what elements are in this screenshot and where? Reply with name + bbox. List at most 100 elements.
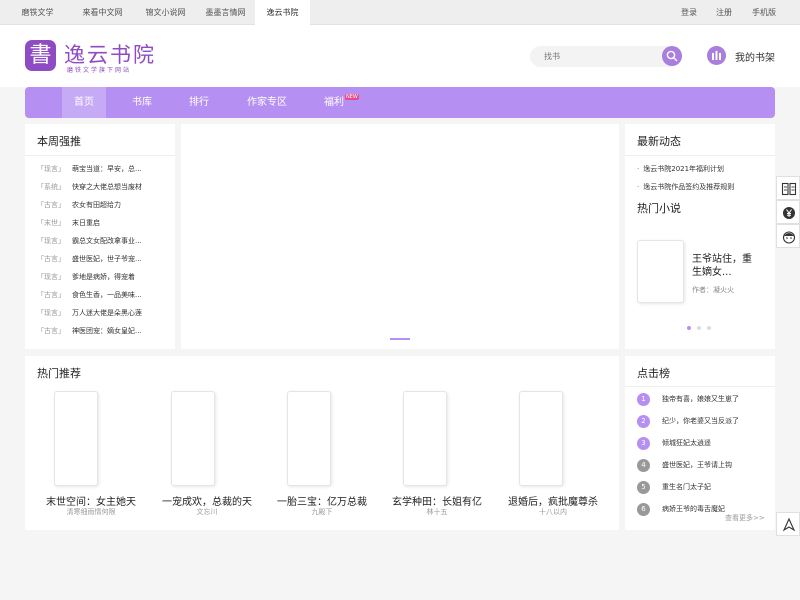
hot-book-title[interactable]: 王爷站住，重生嫡女... (692, 253, 752, 279)
book-title[interactable]: 快穿之大佬总想当废材 (72, 183, 142, 191)
weekly-item[interactable]: 「古言」 盛世医妃，世子爷宠... (37, 253, 157, 265)
book-title[interactable]: 病娇王爷的毒舌魔妃 (662, 503, 725, 516)
genre-tag: 「现言」 (37, 273, 65, 281)
book-title[interactable]: 农女有田超给力 (72, 201, 121, 209)
book-cover[interactable] (403, 391, 447, 486)
new-badge: NEW (345, 94, 359, 100)
site-link-laikan[interactable]: 来看中文网 (70, 0, 135, 25)
search-box (530, 46, 680, 67)
see-more-link[interactable]: 查看更多>> (725, 513, 765, 523)
weekly-item[interactable]: 「古言」 神医团宠：嫡女皇妃... (37, 325, 157, 337)
book-author: 十八以内 (539, 508, 567, 516)
rank-number: 3 (637, 437, 650, 450)
book-title[interactable]: 倾城狂妃太逍遥 (662, 437, 711, 450)
mobile-link[interactable]: 手机版 (752, 0, 776, 25)
weekly-item[interactable]: 「现言」 霸总文女配改拿事业... (37, 235, 157, 247)
weekly-item[interactable]: 「现言」 万人迷大佬是朵黑心莲 (37, 307, 157, 319)
side-tool-service[interactable] (776, 224, 800, 248)
book-title[interactable]: 一胎三宝：亿万总裁 (267, 493, 377, 508)
rank-number: 4 (637, 459, 650, 472)
site-link-yiyun[interactable]: 逸云书院 (255, 0, 310, 25)
site-link-jinwen[interactable]: 锦文小说网 (133, 0, 198, 25)
site-link-motie[interactable]: 磨铁文学 (0, 0, 75, 25)
book-cover[interactable] (287, 391, 331, 486)
book-title[interactable]: 玄学种田：长姐有亿 (382, 493, 492, 508)
login-link[interactable]: 登录 (681, 0, 697, 25)
recommend-title: 热门推荐 (37, 367, 81, 380)
book-open-icon (781, 182, 797, 196)
weekly-item[interactable]: 「系统」 快穿之大佬总想当废材 (37, 181, 157, 193)
logo-subtitle: 磨铁文学旗下网站 (67, 67, 132, 74)
book-cover[interactable] (171, 391, 215, 486)
ranking-title: 点击榜 (637, 367, 670, 380)
book-title[interactable]: 霸总文女配改拿事业... (72, 237, 142, 245)
book-title[interactable]: 神医团宠：嫡女皇妃... (72, 327, 142, 335)
book-title[interactable]: 末世空间：女主她天 (36, 493, 146, 508)
genre-tag: 「现言」 (37, 237, 65, 245)
book-title[interactable]: 万人迷大佬是朵黑心莲 (72, 309, 142, 317)
main-nav: 首页 书库 排行 作家专区 福利 NEW (25, 87, 775, 118)
book-title[interactable]: 盛世医妃，王爷请上钩 (662, 459, 732, 472)
rank-number: 5 (637, 481, 650, 494)
genre-tag: 「现言」 (37, 309, 65, 317)
book-cover[interactable] (637, 240, 684, 303)
search-input[interactable] (544, 49, 654, 64)
book-title[interactable]: 萌宝当道：早安，总... (72, 165, 142, 173)
book-cover[interactable] (519, 391, 563, 486)
book-title[interactable]: 盛世医妃，世子爷宠... (72, 255, 142, 263)
rank-number: 1 (637, 393, 650, 406)
weekly-item[interactable]: 「末世」 末日重启 (37, 217, 157, 229)
book-title[interactable]: 末日重启 (72, 219, 100, 227)
yen-coin-icon (783, 207, 795, 219)
banner-carousel[interactable] (181, 124, 619, 349)
weekly-item[interactable]: 「现言」 爹地是病娇，得宠着 (37, 271, 157, 283)
site-link-momo[interactable]: 墨墨言情网 (193, 0, 258, 25)
news-link[interactable]: 逸云书院作品签约及推荐规则 (643, 183, 734, 191)
side-tool-recharge[interactable] (776, 200, 800, 224)
rank-number: 2 (637, 415, 650, 428)
carousel-dot[interactable] (687, 326, 691, 330)
logo-icon[interactable]: 書 (25, 40, 56, 71)
hot-novel-title: 热门小说 (637, 202, 681, 215)
news-item[interactable]: · 逸云书院作品签约及推荐规则 (637, 182, 734, 192)
book-title[interactable]: 独帝有喜，娘娘又生崽了 (662, 393, 739, 406)
bookshelf-link[interactable]: 我的书架 (735, 49, 775, 64)
hot-book-author: 作者：凝火火 (692, 286, 734, 294)
book-title[interactable]: 一宠成欢，总裁的天 (152, 493, 262, 508)
divider (25, 155, 175, 156)
book-author: 清寒细雨情何限 (66, 508, 116, 516)
weekly-item[interactable]: 「古言」 食色生香，一品美味... (37, 289, 157, 301)
weekly-item[interactable]: 「现言」 萌宝当道：早安，总... (37, 163, 157, 175)
book-cover[interactable] (54, 391, 98, 486)
register-link[interactable]: 注册 (716, 0, 732, 25)
nav-ranking[interactable]: 排行 (177, 87, 221, 118)
news-title: 最新动态 (637, 135, 681, 148)
genre-tag: 「古言」 (37, 255, 65, 263)
book-title[interactable]: 纪少，你老婆又当反派了 (662, 415, 739, 428)
book-author: 林十五 (426, 508, 448, 516)
rank-number: 6 (637, 503, 650, 516)
carousel-dot[interactable] (697, 326, 701, 330)
nav-welfare[interactable]: 福利 (312, 87, 356, 118)
genre-tag: 「古言」 (37, 327, 65, 335)
weekly-item[interactable]: 「古言」 农女有田超给力 (37, 199, 157, 211)
search-button[interactable] (662, 46, 682, 66)
genre-tag: 「末世」 (37, 219, 65, 227)
side-tool-top[interactable] (776, 512, 800, 536)
nav-library[interactable]: 书库 (120, 87, 164, 118)
carousel-indicator[interactable] (390, 338, 410, 340)
book-title[interactable]: 重生名门太子妃 (662, 481, 711, 494)
genre-tag: 「现言」 (37, 165, 65, 173)
book-title[interactable]: 食色生香，一品美味... (72, 291, 142, 299)
carousel-dot[interactable] (707, 326, 711, 330)
genre-tag: 「古言」 (37, 291, 65, 299)
genre-tag: 「系统」 (37, 183, 65, 191)
side-tool-shelf[interactable] (776, 176, 800, 200)
bookshelf-icon[interactable] (707, 46, 726, 65)
nav-home[interactable]: 首页 (62, 87, 106, 118)
news-item[interactable]: · 逸云书院2021年福利计划 (637, 164, 724, 174)
news-link[interactable]: 逸云书院2021年福利计划 (643, 165, 724, 173)
nav-author-zone[interactable]: 作家专区 (239, 87, 295, 118)
book-title[interactable]: 爹地是病娇，得宠着 (72, 273, 135, 281)
book-title[interactable]: 退婚后，疯批魔尊杀 (498, 493, 608, 508)
